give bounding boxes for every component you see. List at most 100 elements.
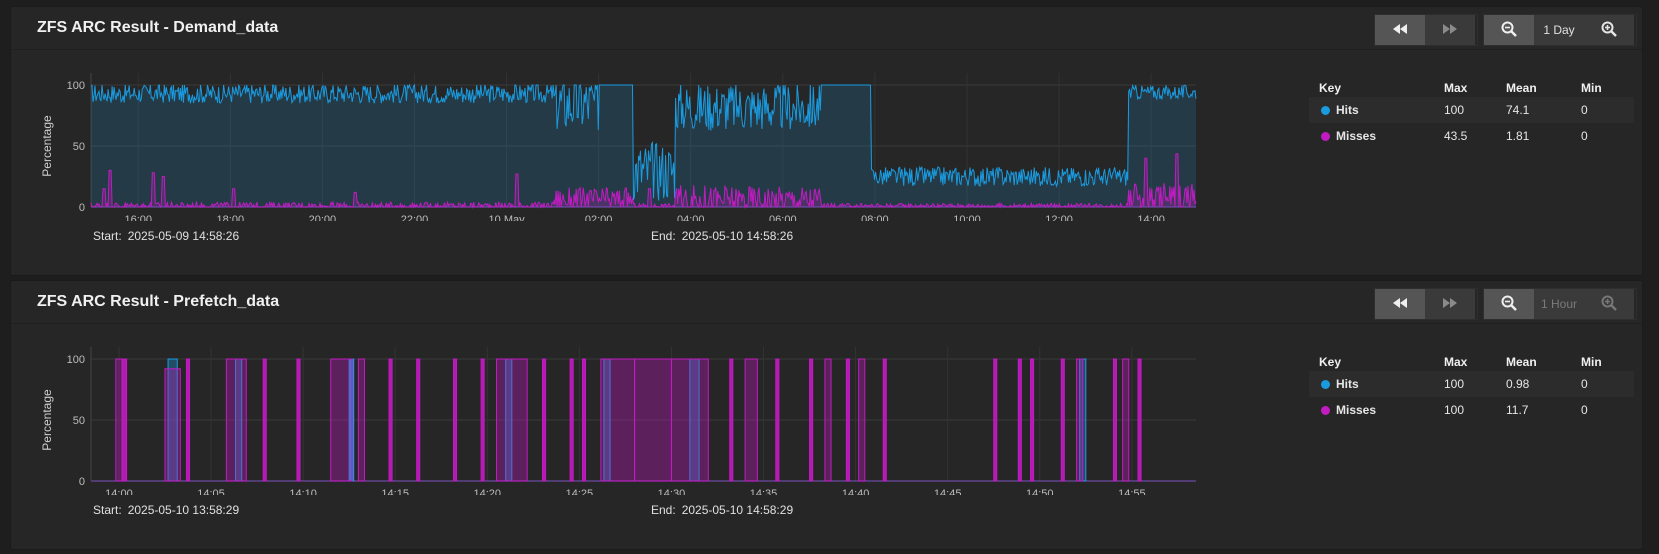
spike-mark (225, 358, 247, 482)
pan-forward-button[interactable] (1425, 289, 1475, 319)
y-tick-label: 100 (67, 354, 85, 366)
spike-mark (809, 358, 814, 482)
x-tick-label: 22:00 (401, 214, 429, 221)
chart-legend: Key Max Mean Min Hits 100 0.98 0 Misses … (1309, 351, 1634, 423)
x-tick-label: 14:35 (750, 488, 778, 495)
spike-mark (121, 358, 128, 482)
fast-forward-icon (1443, 297, 1457, 311)
x-tick-label: 10 May (489, 214, 526, 221)
spike-mark (1122, 358, 1130, 482)
chart-card-prefetch: ZFS ARC Result - Prefetch_data 1 Hour Pe… (10, 280, 1643, 550)
spike-mark (357, 358, 365, 482)
start-time: Start: 2025-05-10 13:58:29 (93, 503, 239, 517)
zoom-in-button[interactable] (1584, 289, 1634, 319)
zoom-in-button[interactable] (1584, 15, 1634, 45)
legend-max-value: 43.5 (1444, 129, 1468, 143)
end-time: End: 2025-05-10 14:58:29 (651, 503, 793, 517)
spike-mark (1076, 358, 1084, 482)
x-tick-label: 14:10 (289, 488, 317, 495)
chart-legend: Key Max Mean Min Hits 100 74.1 0 Misses … (1309, 77, 1634, 149)
chart-plot: Percentage 0 50 100 14:00 14:05 14:10 14:15 14:2… (40, 347, 1196, 495)
x-tick-label: 14:20 (473, 488, 501, 495)
legend-header: Key Max Mean Min (1309, 77, 1634, 97)
spike-mark (388, 358, 393, 482)
spike-mark (845, 358, 850, 482)
y-tick-label: 50 (73, 141, 85, 153)
pan-back-button[interactable] (1375, 289, 1425, 319)
pan-back-button[interactable] (1375, 15, 1425, 45)
x-tick-label: 14:15 (381, 488, 409, 495)
time-range-label: 1 Day (1534, 15, 1584, 45)
start-time: Start: 2025-05-09 14:58:26 (93, 229, 239, 243)
x-tick-label: 12:00 (1045, 214, 1073, 221)
spike-mark (600, 358, 636, 482)
spike-mark (1030, 358, 1035, 482)
spike-mark (185, 358, 191, 482)
spike-mark (416, 358, 421, 482)
spike-mark (1137, 358, 1142, 482)
legend-max-header: Max (1444, 81, 1468, 95)
fast-forward-icon (1443, 23, 1457, 37)
start-value: 2025-05-09 14:58:26 (127, 229, 240, 243)
x-tick-label: 02:00 (585, 214, 613, 221)
zoom-in-icon (1601, 21, 1617, 40)
spike-mark (495, 358, 528, 482)
legend-min-header: Min (1581, 81, 1602, 95)
zoom-out-icon (1501, 295, 1517, 314)
zoom-in-icon (1601, 295, 1617, 314)
spike-mark (542, 358, 547, 482)
x-tick-label: 20:00 (309, 214, 337, 221)
legend-max-value: 100 (1444, 377, 1465, 391)
legend-min-value: 0 (1581, 103, 1588, 117)
spike-mark (993, 358, 998, 482)
legend-row-hits[interactable]: Hits 100 0.98 0 (1309, 371, 1634, 397)
x-tick-label: 14:05 (197, 488, 225, 495)
zoom-out-button[interactable] (1484, 15, 1534, 45)
legend-min-value: 0 (1581, 377, 1588, 391)
spike-mark (1017, 358, 1022, 482)
x-tick-label: 14:55 (1118, 488, 1146, 495)
legend-max-value: 100 (1444, 103, 1465, 117)
zoom-controls: 1 Hour (1483, 288, 1637, 320)
legend-series-name: Misses (1336, 403, 1377, 417)
spike-mark (115, 358, 123, 482)
spike-mark (744, 358, 758, 482)
legend-row-hits[interactable]: Hits 100 74.1 0 (1309, 97, 1634, 123)
x-tick-label: 14:25 (566, 488, 594, 495)
spike-mark (480, 358, 485, 482)
spike-mark (164, 368, 181, 482)
x-tick-label: 18:00 (217, 214, 245, 221)
legend-dot-icon (1321, 406, 1330, 415)
legend-min-header: Min (1581, 355, 1602, 369)
y-tick-label: 100 (67, 80, 85, 92)
x-tick-label: 04:00 (677, 214, 705, 221)
end-label: End: (651, 229, 676, 243)
x-tick-label: 14:30 (658, 488, 686, 495)
rewind-icon (1393, 23, 1407, 37)
zoom-out-button[interactable] (1484, 289, 1534, 319)
spike-mark (453, 358, 458, 482)
spike-mark (729, 358, 734, 482)
legend-series-name: Hits (1336, 377, 1359, 391)
legend-row-misses[interactable]: Misses 100 11.7 0 (1309, 397, 1634, 423)
y-tick-label: 0 (79, 476, 85, 488)
spike-mark (858, 358, 866, 482)
legend-mean-value: 1.81 (1506, 129, 1530, 143)
card-header: ZFS ARC Result - Prefetch_data 1 Hour (11, 281, 1642, 324)
zoom-controls: 1 Day (1483, 14, 1637, 46)
legend-mean-value: 0.98 (1506, 377, 1530, 391)
legend-max-header: Max (1444, 355, 1468, 369)
legend-mean-header: Mean (1506, 81, 1537, 95)
legend-row-misses[interactable]: Misses 43.5 1.81 0 (1309, 123, 1634, 149)
time-range-label: 1 Hour (1534, 289, 1584, 319)
pan-forward-button[interactable] (1425, 15, 1475, 45)
y-tick-label: 50 (73, 415, 85, 427)
chart-title: ZFS ARC Result - Demand_data (37, 19, 279, 36)
card-header: ZFS ARC Result - Demand_data 1 Day (11, 7, 1642, 50)
legend-max-value: 100 (1444, 403, 1465, 417)
spike-mark (581, 358, 586, 482)
legend-key-header: Key (1319, 355, 1342, 369)
legend-header: Key Max Mean Min (1309, 351, 1634, 371)
x-tick-label: 06:00 (769, 214, 797, 221)
end-value: 2025-05-10 14:58:26 (681, 229, 794, 243)
